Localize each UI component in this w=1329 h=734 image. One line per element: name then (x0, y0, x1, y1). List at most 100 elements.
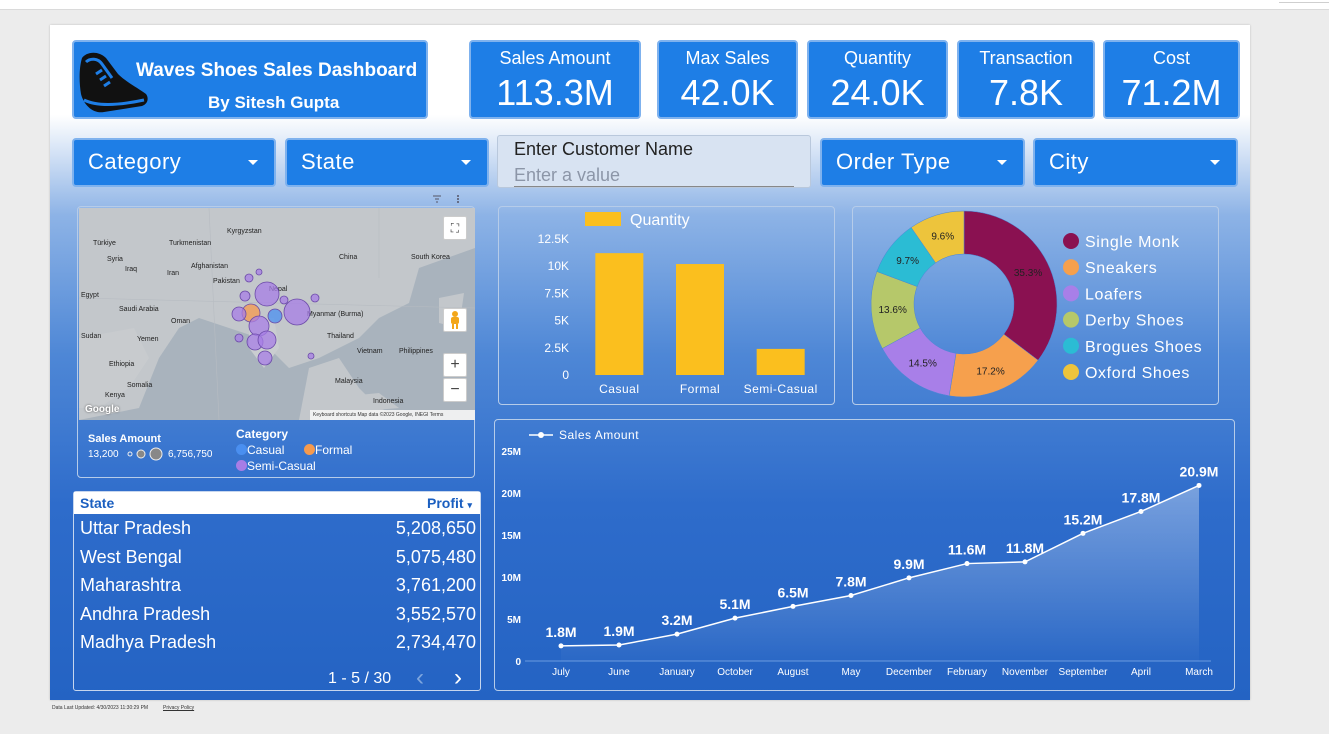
map-bubble[interactable] (279, 295, 289, 305)
customer-name-label: Enter Customer Name (514, 139, 694, 159)
kpi-quantity: Quantity 24.0K (807, 40, 948, 119)
legend-size-title: Sales Amount (88, 433, 161, 445)
kpi-label: Sales Amount (499, 48, 611, 68)
data-point[interactable] (1022, 559, 1028, 565)
top-right-tab (1279, 0, 1329, 3)
y-tick-label: 15M (502, 531, 521, 542)
y-tick-label: 5K (554, 314, 569, 328)
map-bubbles (231, 268, 320, 366)
chart-toolbar-icons (433, 195, 459, 203)
data-point[interactable] (964, 561, 970, 567)
table-row[interactable]: Madhya Pradesh 2,734,470 (74, 628, 480, 656)
legend-swatch (1063, 311, 1079, 328)
bar[interactable] (756, 348, 805, 375)
data-point[interactable] (790, 603, 796, 609)
legend-item-semi-casual: Semi-Casual (236, 459, 316, 473)
data-point[interactable] (848, 592, 854, 598)
map-bubble[interactable] (254, 281, 280, 307)
legend-label: Derby Shoes (1085, 313, 1184, 330)
column-header-profit-label: Profit (427, 495, 464, 511)
chevron-down-icon (248, 160, 258, 165)
y-tick-label: 0 (562, 368, 569, 382)
x-tick-label: November (1002, 667, 1049, 678)
x-tick-label: January (659, 667, 695, 678)
legend-label: Sales Amount (559, 428, 639, 442)
more-options-icon[interactable] (457, 195, 459, 203)
y-tick-label: 20M (502, 489, 521, 500)
order-type-filter-dropdown[interactable]: Order Type (820, 138, 1025, 187)
donut-slice[interactable] (963, 210, 1058, 361)
next-page-button[interactable]: › (454, 666, 462, 690)
zoom-in-button[interactable]: + (443, 353, 467, 377)
bar[interactable] (595, 253, 644, 375)
kpi-label: Transaction (979, 48, 1073, 68)
filter-icon[interactable] (433, 195, 441, 203)
street-view-icon[interactable] (443, 308, 467, 332)
map-bubble[interactable] (231, 306, 247, 322)
table-row[interactable]: Andhra Pradesh 3,552,570 (74, 600, 480, 628)
map-bubble[interactable] (239, 290, 251, 302)
category-filter-dropdown[interactable]: Category (72, 138, 276, 187)
column-header-state[interactable]: State (80, 495, 114, 511)
slice-percent-label: 35.3% (1014, 268, 1042, 279)
kpi-value: 7.8K (988, 72, 1064, 113)
data-point[interactable] (1138, 508, 1144, 514)
map-bubble[interactable] (283, 298, 311, 326)
legend-label: Semi-Casual (247, 459, 316, 473)
legend-label: Brogues Shoes (1085, 339, 1202, 356)
legend-swatch (585, 212, 621, 226)
shoe-type-donut-panel: 35.3% Single Monk 17.2% Sneakers 14.5% Loafer… (852, 206, 1219, 405)
customer-name-filter: Enter Customer Name (497, 135, 811, 188)
table-row[interactable]: Maharashtra 3,761,200 (74, 571, 480, 599)
quantity-bar-chart: Quantity 12.5K 10K 7.5K 5K 2.5K 0 Casual Formal S… (538, 212, 817, 396)
data-label: 9.9M (893, 556, 924, 572)
y-tick-label: 7.5K (544, 286, 569, 300)
legend-size-circles (127, 447, 163, 461)
data-label: 6.5M (777, 584, 808, 600)
filter-label: State (301, 149, 355, 174)
legend-label: Loafers (1085, 286, 1143, 303)
map-bubble[interactable] (307, 352, 315, 360)
x-tick-label: April (1131, 667, 1151, 678)
bar[interactable] (676, 264, 724, 375)
zoom-out-button[interactable]: − (443, 378, 467, 402)
map-bubble[interactable] (257, 350, 273, 366)
customer-name-input[interactable] (514, 165, 794, 187)
slice-percent-label: 17.2% (976, 366, 1004, 377)
map-canvas[interactable]: Türkiye Turkmenistan Kyrgyzstan Syria Ir… (79, 208, 475, 420)
y-tick-label: 12.5K (538, 232, 569, 246)
data-point[interactable] (1196, 482, 1202, 488)
legend-size-min: 13,200 (88, 449, 119, 460)
data-point[interactable] (616, 642, 622, 648)
data-point[interactable] (558, 643, 564, 649)
map-bubble[interactable] (310, 293, 320, 303)
fullscreen-icon[interactable]: ⛶ (443, 216, 467, 240)
map-bubble[interactable] (255, 268, 263, 276)
privacy-policy-link[interactable]: Privacy Policy (163, 705, 194, 711)
data-point[interactable] (906, 575, 912, 581)
data-point[interactable] (1080, 530, 1086, 536)
state-filter-dropdown[interactable]: State (285, 138, 489, 187)
data-label: 1.8M (545, 624, 576, 640)
city-filter-dropdown[interactable]: City (1033, 138, 1238, 187)
map-bubble[interactable] (257, 330, 277, 350)
previous-page-button[interactable]: ‹ (416, 666, 424, 690)
x-tick-label: July (552, 667, 570, 678)
x-tick-label: February (947, 667, 987, 678)
legend-item-formal: Formal (304, 443, 352, 457)
x-tick-label: September (1059, 667, 1109, 678)
map-bubble[interactable] (267, 308, 283, 324)
map-attribution[interactable]: Keyboard shortcuts Map data ©2023 Google… (310, 410, 475, 420)
legend-label: Casual (247, 443, 285, 457)
table-row[interactable]: Uttar Pradesh 5,208,650 (74, 514, 480, 542)
slice-percent-label: 9.7% (896, 256, 919, 267)
data-point[interactable] (732, 615, 738, 621)
cell-profit: 3,552,570 (395, 604, 476, 624)
map-bubble[interactable] (234, 333, 244, 343)
data-point[interactable] (674, 631, 680, 637)
column-header-profit[interactable]: Profit ▾ (427, 495, 472, 511)
slice-percent-label: 14.5% (908, 358, 936, 369)
data-label: 5.1M (719, 596, 750, 612)
table-row[interactable]: West Bengal 5,075,480 (74, 543, 480, 571)
map-bubble[interactable] (244, 273, 254, 283)
